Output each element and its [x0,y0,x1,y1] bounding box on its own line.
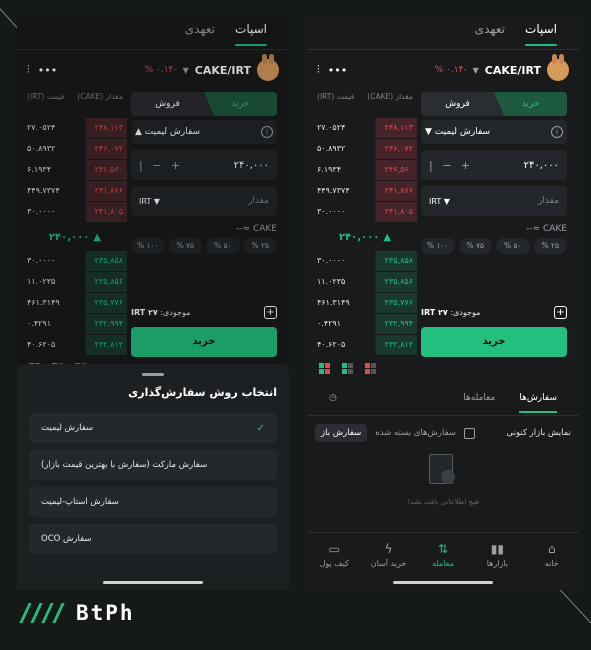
option-market[interactable]: سفارش مارکت (سفارش با بهترین قیمت بازار) [29,450,277,480]
filter-open-orders[interactable]: سفارش باز [315,424,368,442]
view-bids-icon[interactable] [342,363,353,374]
tab-orders[interactable]: سفارش‌ها [507,384,569,415]
bid-row[interactable]: ۲۳۲,۸۱۲ ۴۰.۶۲۰۵ [313,335,417,355]
sheet-title: انتخاب روش سفارش‌گذاری [128,386,277,399]
pair-change: -٠.١۴ % [434,65,467,75]
check-icon: ✓ [256,422,265,434]
tab-futures[interactable]: تعهدی [465,14,515,50]
empty-state: هیچ اطلاعاتی یافت نشد! [307,454,579,506]
buy-button[interactable]: خرید [421,327,567,357]
nav-easy-buy[interactable]: ϟ خرید آسان [365,542,413,568]
amount-input[interactable]: مقدار IRT ▼ [421,186,567,216]
sell-tab[interactable]: فروش [421,92,494,116]
ask-row[interactable]: ۲۴۸,۱۱۳ ۲۷.۰۵۲۴ [313,118,417,138]
tab-trades[interactable]: معامله‌ها [451,384,507,415]
cake-logo-icon [547,54,569,81]
order-form: خرید فروش سفارش لیمیت ▼ i ۲۴۰,۰۰۰ | − + مقد… [417,90,573,357]
order-type-select[interactable]: سفارش لیمیت ▼ i [421,120,567,144]
balance-row: موجودی: ۲۷ IRT + [421,306,567,319]
brand-mark-icon [19,603,70,623]
cake-label: CAKE ≈-- [526,224,567,234]
dim-overlay[interactable] [17,14,289,364]
pair-name[interactable]: CAKE/IRT [485,64,541,77]
bottom-nav: ⌂ خانه ▮▮ بازارها ⇅ معامله ϟ خرید آسان ▭ کیف … [307,532,579,576]
home-indicator [393,581,493,584]
ask-row[interactable]: ۲۴۶,۵۶۰ ۶.۱۹۳۴ [313,160,417,180]
market-tabs: اسپات تعهدی [307,14,579,50]
price-input[interactable]: ۲۴۰,۰۰۰ | − + [421,150,567,180]
history-icon[interactable]: ◷ [317,384,349,415]
pct-25[interactable]: ۲۵ % [533,238,567,254]
candlestick-icon[interactable]: ⫶ [317,63,320,77]
nav-trade[interactable]: ⇅ معامله [419,542,467,568]
orders-tabs: سفارش‌ها معامله‌ها ◷ [307,384,579,416]
phone-screen-order-type: اسپات تعهدی CAKE/IRT ▼ -٠.١۴ % ⫶ ••• خرید… [17,14,289,590]
pair-header: CAKE/IRT ▼ -٠.١۴ % ⫶ ••• [307,50,579,90]
nav-wallet[interactable]: ▭ کیف پول [310,542,358,568]
show-current-checkbox[interactable] [464,427,475,439]
ask-row[interactable]: ۲۴۱,۸۰۵ ۳۰.۰۰۰۰ [313,202,417,222]
info-icon[interactable]: i [551,126,563,138]
bid-row[interactable]: ۲۳۲,۹۹۴ ۰.۴۲۹۱ [313,314,417,334]
brand-logo: BtPh [19,601,135,625]
option-oco[interactable]: سفارش OCO [29,524,277,554]
bar-chart-icon: ▮▮ [490,541,504,556]
arrow-up-icon: ▲ [383,231,392,243]
pct-100[interactable]: ۱۰۰ % [421,238,455,254]
view-both-icon[interactable] [319,363,330,374]
option-limit[interactable]: سفارش لیمیت ✓ [29,413,277,443]
view-asks-icon[interactable] [365,363,376,374]
bid-row[interactable]: ۲۳۵,۸۵۸ ۳۰.۰۰۰۰ [313,251,417,271]
caret-down-icon: ▼ [425,127,432,137]
order-book: قیمت (IRT) مقدار (CAKE) ۲۴۸,۱۱۳ ۲۷.۰۵۲۴ ۲۴… [313,90,417,357]
chevron-down-icon[interactable]: ▼ [473,66,479,75]
nav-home[interactable]: ⌂ خانه [528,542,576,568]
amount-header: مقدار (CAKE) [367,92,413,101]
show-current-label: نمایش بازار کنونی [506,428,571,438]
filter-closed-orders[interactable]: سفارش‌های بسته شده [375,428,456,438]
stepper-icon[interactable]: | − + [429,159,473,172]
nav-markets[interactable]: ▮▮ بازارها [473,542,521,568]
pct-50[interactable]: ۵۰ % [496,238,530,254]
bid-row[interactable]: ۲۳۵,۷۷۶ ۴۶۱.۳۱۴۹ [313,293,417,313]
deposit-plus-icon[interactable]: + [554,306,567,319]
empty-text: هیچ اطلاعاتی یافت نشد! [407,498,479,506]
buy-tab[interactable]: خرید [494,92,567,116]
pct-75[interactable]: ۷۵ % [458,238,492,254]
bid-row[interactable]: ۲۳۵,۸۵۶ ۱۱.۰۲۳۵ [313,272,417,292]
home-indicator [103,581,203,584]
order-type-sheet: انتخاب روش سفارش‌گذاری سفارش لیمیت ✓ سفار… [17,364,289,590]
ask-row[interactable]: ۲۴۶,۰۷۲ ۵۰.۸۹۳۲ [313,139,417,159]
swap-icon: ⇅ [437,541,448,556]
phone-screen-orders: اسپات تعهدی CAKE/IRT ▼ -٠.١۴ % ⫶ ••• خرید… [307,14,579,590]
price-header: قیمت (IRT) [317,92,355,101]
tab-spot[interactable]: اسپات [515,14,567,50]
empty-document-icon [429,454,457,488]
more-icon[interactable]: ••• [328,64,347,77]
home-icon: ⌂ [547,541,556,556]
orders-filter: سفارش باز سفارش‌های بسته شده نمایش بازار… [307,416,579,450]
mid-price: ۲۴۰,۰۰۰ ▲ [338,231,392,243]
sheet-handle[interactable] [142,373,164,376]
book-view-toggles [307,357,579,380]
wallet-icon: ▭ [328,541,340,556]
currency-select[interactable]: IRT ▼ [429,197,450,206]
brand-name: BtPh [76,601,135,625]
option-stop-limit[interactable]: سفارش استاپ-لیمیت [29,487,277,517]
lightning-icon: ϟ [384,541,393,556]
ask-row[interactable]: ۲۴۱,۸۶۶ ۴۴۹.۷۳۷۴ [313,181,417,201]
